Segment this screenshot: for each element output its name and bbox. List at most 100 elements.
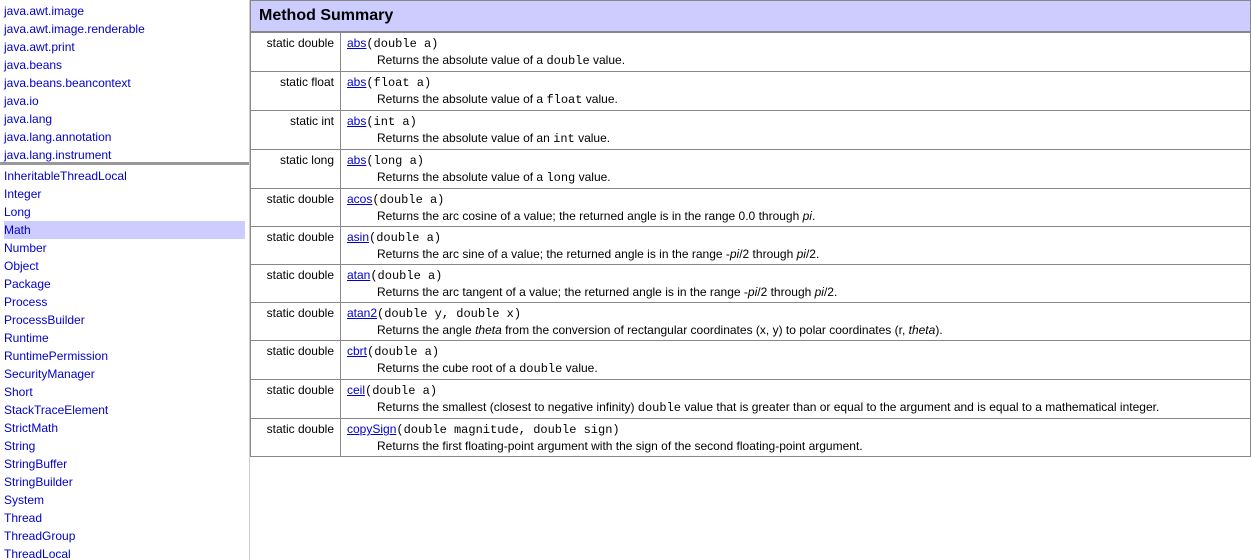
method-detail: atan(double a) Returns the arc tangent of… <box>341 265 1251 303</box>
class-link[interactable]: String <box>4 437 245 455</box>
table-row: static double abs(double a) Returns the ab… <box>251 33 1251 72</box>
method-name-link[interactable]: abs <box>347 153 366 167</box>
main-content[interactable]: Method Summary static doubleabs(double a… <box>250 0 1251 560</box>
method-name-link[interactable]: abs <box>347 75 366 89</box>
method-signature: (double a) <box>369 231 441 245</box>
sidebar: java.awt.imagejava.awt.image.renderablej… <box>0 0 250 560</box>
method-table: static doubleabs(double a)Returns the ab… <box>250 32 1251 457</box>
method-detail: abs(int a) Returns the absolute value of … <box>341 111 1251 150</box>
method-modifier: static double <box>251 341 341 380</box>
method-signature: (double a) <box>366 37 438 51</box>
method-description: Returns the smallest (closest to negativ… <box>347 400 1244 415</box>
method-description: Returns the arc cosine of a value; the r… <box>347 209 1244 223</box>
table-row: static double cbrt(double a) Returns the c… <box>251 341 1251 380</box>
method-signature: (double a) <box>367 345 439 359</box>
class-list[interactable]: InheritableThreadLocalIntegerLongMathNum… <box>0 165 249 560</box>
class-link[interactable]: Short <box>4 383 245 401</box>
package-list[interactable]: java.awt.imagejava.awt.image.renderablej… <box>0 0 249 165</box>
method-description: Returns the absolute value of a double v… <box>347 53 1244 68</box>
method-description: Returns the arc tangent of a value; the … <box>347 285 1244 299</box>
table-row: static float abs(float a) Returns the abso… <box>251 72 1251 111</box>
method-modifier: static float <box>251 72 341 111</box>
method-signature: (float a) <box>366 76 431 90</box>
table-row: static int abs(int a) Returns the absolute… <box>251 111 1251 150</box>
method-name-link[interactable]: ceil <box>347 383 365 397</box>
class-link[interactable]: Integer <box>4 185 245 203</box>
class-link[interactable]: Thread <box>4 509 245 527</box>
class-link[interactable]: StringBuffer <box>4 455 245 473</box>
method-modifier: static double <box>251 303 341 341</box>
class-link[interactable]: StackTraceElement <box>4 401 245 419</box>
method-signature: (double a) <box>370 269 442 283</box>
class-link[interactable]: Number <box>4 239 245 257</box>
method-signature: (double magnitude, double sign) <box>396 423 619 437</box>
method-modifier: static double <box>251 33 341 72</box>
class-link[interactable]: Object <box>4 257 245 275</box>
method-detail: cbrt(double a) Returns the cube root of a… <box>341 341 1251 380</box>
class-link[interactable]: Process <box>4 293 245 311</box>
method-detail: atan2(double y, double x)Returns the ang… <box>341 303 1251 341</box>
class-link[interactable]: ThreadGroup <box>4 527 245 545</box>
method-description: Returns the arc sine of a value; the ret… <box>347 247 1244 261</box>
table-row: static doublecopySign(double magnitude, … <box>251 419 1251 457</box>
class-link[interactable]: Runtime <box>4 329 245 347</box>
method-modifier: static double <box>251 227 341 265</box>
method-name-link[interactable]: atan <box>347 268 370 282</box>
method-modifier: static long <box>251 150 341 189</box>
method-description: Returns the absolute value of an int val… <box>347 131 1244 146</box>
package-link[interactable]: java.awt.image <box>4 2 245 20</box>
package-link[interactable]: java.lang <box>4 110 245 128</box>
method-name-link[interactable]: asin <box>347 230 369 244</box>
method-detail: abs(double a) Returns the absolute value … <box>341 33 1251 72</box>
method-name-link[interactable]: abs <box>347 36 366 50</box>
method-detail: abs(float a) Returns the absolute value o… <box>341 72 1251 111</box>
class-link[interactable]: Long <box>4 203 245 221</box>
package-link[interactable]: java.io <box>4 92 245 110</box>
class-link[interactable]: ThreadLocal <box>4 545 245 560</box>
package-link[interactable]: java.lang.instrument <box>4 146 245 164</box>
method-summary-title: Method Summary <box>250 0 1251 32</box>
package-link[interactable]: java.beans <box>4 56 245 74</box>
table-row: static double asin(double a) Returns the a… <box>251 227 1251 265</box>
class-link[interactable]: System <box>4 491 245 509</box>
table-row: static double ceil(double a) Returns the s… <box>251 380 1251 419</box>
class-link[interactable]: Math <box>4 221 245 239</box>
table-row: static doubleatan2(double y, double x)Re… <box>251 303 1251 341</box>
class-link[interactable]: RuntimePermission <box>4 347 245 365</box>
class-link[interactable]: ProcessBuilder <box>4 311 245 329</box>
method-detail: ceil(double a) Returns the smallest (clos… <box>341 380 1251 419</box>
method-name-link[interactable]: abs <box>347 114 366 128</box>
package-link[interactable]: java.lang.annotation <box>4 128 245 146</box>
method-modifier: static double <box>251 265 341 303</box>
class-link[interactable]: StringBuilder <box>4 473 245 491</box>
package-link[interactable]: java.awt.print <box>4 38 245 56</box>
method-modifier: static int <box>251 111 341 150</box>
method-name-link[interactable]: copySign <box>347 422 396 436</box>
method-description: Returns the absolute value of a long val… <box>347 170 1244 185</box>
package-link[interactable]: java.beans.beancontext <box>4 74 245 92</box>
method-description: Returns the absolute value of a float va… <box>347 92 1244 107</box>
method-detail: copySign(double magnitude, double sign) R… <box>341 419 1251 457</box>
method-signature: (double y, double x) <box>377 307 521 321</box>
class-link[interactable]: StrictMath <box>4 419 245 437</box>
method-signature: (long a) <box>366 154 424 168</box>
method-description: Returns the first floating-point argumen… <box>347 439 1244 453</box>
method-signature: (double a) <box>365 384 437 398</box>
method-name-link[interactable]: acos <box>347 192 372 206</box>
method-name-link[interactable]: atan2 <box>347 306 377 320</box>
method-modifier: static double <box>251 380 341 419</box>
table-row: static double atan(double a) Returns the a… <box>251 265 1251 303</box>
class-link[interactable]: InheritableThreadLocal <box>4 167 245 185</box>
class-link[interactable]: Package <box>4 275 245 293</box>
method-signature: (double a) <box>372 193 444 207</box>
package-link[interactable]: java.awt.image.renderable <box>4 20 245 38</box>
method-detail: asin(double a) Returns the arc sine of a … <box>341 227 1251 265</box>
method-modifier: static double <box>251 189 341 227</box>
method-name-link[interactable]: cbrt <box>347 344 367 358</box>
method-modifier: static double <box>251 419 341 457</box>
table-row: static double acos(double a) Returns the a… <box>251 189 1251 227</box>
method-signature: (int a) <box>366 115 416 129</box>
method-detail: acos(double a) Returns the arc cosine of … <box>341 189 1251 227</box>
method-description: Returns the cube root of a double value. <box>347 361 1244 376</box>
class-link[interactable]: SecurityManager <box>4 365 245 383</box>
